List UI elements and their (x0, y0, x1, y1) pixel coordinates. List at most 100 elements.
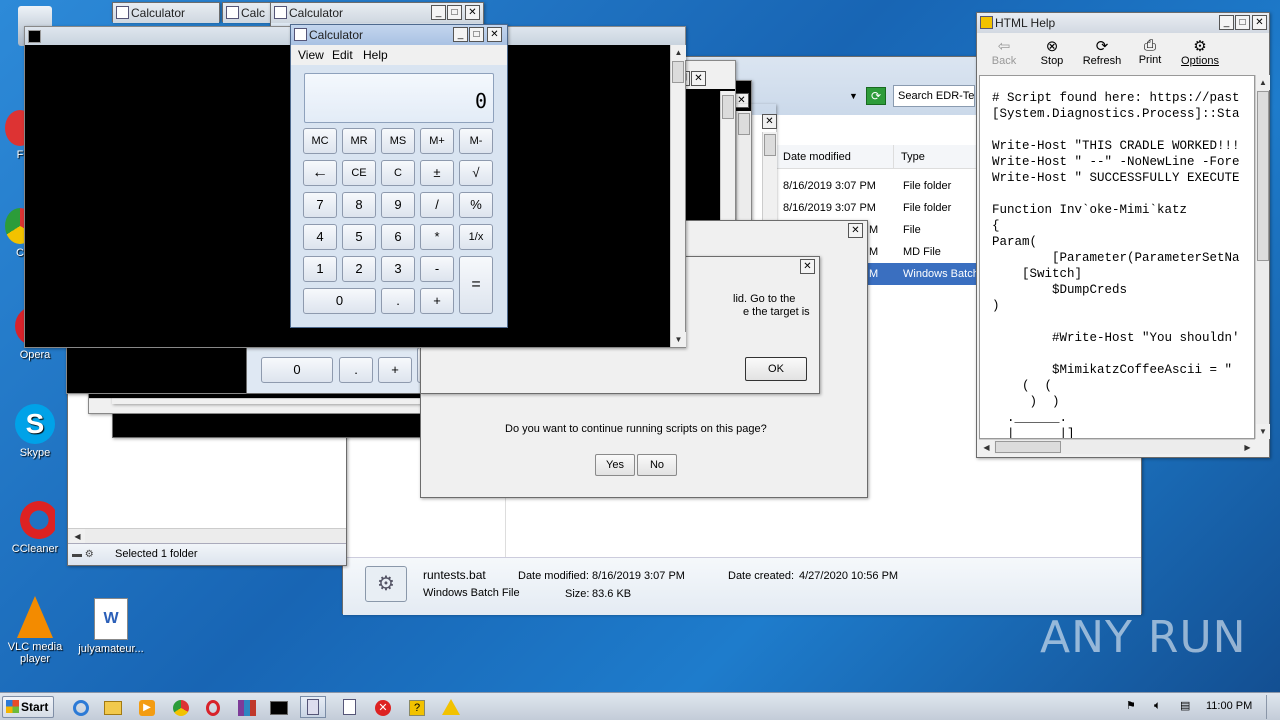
equals-button[interactable]: = (459, 256, 493, 314)
digit-0-button[interactable]: 0 (303, 288, 376, 314)
minimize-icon[interactable]: _ (431, 5, 446, 20)
digit-9-button[interactable]: 9 (381, 192, 415, 218)
options-button[interactable]: ⚙ Options (1179, 37, 1221, 67)
refresh-button[interactable]: ⟳ Refresh (1081, 37, 1123, 67)
m-minus-button[interactable]: M- (459, 128, 493, 154)
c-button[interactable]: C (381, 160, 415, 186)
digit-4-button[interactable]: 4 (303, 224, 337, 250)
calculator-window-tab-1[interactable]: Calculator (112, 2, 220, 23)
menu-edit[interactable]: Edit (332, 48, 353, 62)
multiply-button[interactable]: * (420, 224, 454, 250)
list-item[interactable]: 8/16/2019 3:07 PM File folder (775, 175, 981, 197)
search-input[interactable]: Search EDR-Tes (893, 85, 975, 107)
print-button[interactable]: ⎙ Print (1135, 37, 1165, 66)
stop-button[interactable]: ⊗ Stop (1035, 37, 1069, 67)
word-document-desktop-icon[interactable]: Wjulyamateur... (76, 598, 146, 655)
scroll-up-icon[interactable]: ▲ (1256, 75, 1270, 90)
clock[interactable]: 11:00 PM (1206, 700, 1252, 712)
close-icon[interactable]: ✕ (762, 114, 777, 129)
backspace-button[interactable]: ← (303, 160, 337, 186)
mc-button[interactable]: MC (303, 128, 337, 154)
error-taskbar-icon[interactable]: ✕ (370, 696, 396, 718)
minimize-icon[interactable]: _ (1219, 15, 1234, 30)
plus-minus-button[interactable]: ± (420, 160, 454, 186)
warning-taskbar-icon[interactable] (438, 696, 464, 718)
list-item[interactable]: 8/16/2019 3:07 PM File folder (775, 197, 981, 219)
skype-desktop-icon[interactable]: S Skype (0, 404, 70, 459)
start-button[interactable]: Start (2, 696, 54, 718)
scroll-thumb[interactable] (1257, 91, 1269, 261)
action-center-flag-icon[interactable]: ⚑ (1126, 699, 1140, 713)
minimize-icon[interactable]: _ (453, 27, 468, 42)
ie-taskbar-icon[interactable] (68, 696, 94, 718)
digit-1-button[interactable]: 1 (303, 256, 337, 282)
chevron-down-icon[interactable]: ▼ (849, 91, 858, 101)
close-icon[interactable]: ✕ (800, 259, 815, 274)
digit-2-button[interactable]: 2 (342, 256, 376, 282)
media-player-taskbar-icon[interactable]: ▶ (134, 696, 160, 718)
scroll-thumb[interactable] (764, 134, 776, 156)
no-button[interactable]: No (637, 454, 677, 476)
digit-7-button[interactable]: 7 (303, 192, 337, 218)
digit-6-button[interactable]: 6 (381, 224, 415, 250)
scroll-thumb[interactable] (995, 441, 1061, 453)
chrome-taskbar-icon[interactable] (168, 696, 194, 718)
scroll-thumb[interactable] (722, 95, 734, 119)
opera-taskbar-icon[interactable] (200, 696, 226, 718)
maximize-icon[interactable]: □ (1235, 15, 1250, 30)
digit-8-button[interactable]: 8 (342, 192, 376, 218)
explorer-taskbar-icon[interactable] (100, 696, 126, 718)
network-icon[interactable]: ▤ (1180, 699, 1194, 713)
volume-icon[interactable]: 🔈︎ (1154, 698, 1168, 712)
decimal-button[interactable]: . (381, 288, 415, 314)
help-taskbar-icon[interactable]: ? (404, 696, 430, 718)
scroll-down-icon[interactable]: ▼ (1256, 424, 1270, 439)
view-toggle-icon[interactable]: ▬ ⚙ (72, 549, 108, 561)
maximize-icon[interactable]: □ (469, 27, 484, 42)
reciprocal-button[interactable]: 1/x (459, 224, 493, 250)
close-icon[interactable]: ✕ (487, 27, 502, 42)
vertical-scrollbar[interactable]: ▲ ▼ (1255, 75, 1270, 439)
yes-button[interactable]: Yes (595, 454, 635, 476)
ok-button[interactable]: OK (745, 357, 807, 381)
calc-back-key-plus[interactable]: + (378, 357, 412, 383)
scroll-right-icon[interactable]: ▶ (1240, 440, 1255, 455)
maximize-icon[interactable]: □ (447, 5, 462, 20)
close-icon[interactable]: ✕ (691, 71, 706, 86)
column-date-modified[interactable]: Date modified (783, 151, 851, 163)
winrar-taskbar-icon[interactable] (234, 696, 260, 718)
add-button[interactable]: + (420, 288, 454, 314)
ce-button[interactable]: CE (342, 160, 376, 186)
menu-view[interactable]: View (298, 48, 324, 62)
close-icon[interactable]: ✕ (1252, 15, 1267, 30)
calc-back-key-decimal[interactable]: . (339, 357, 373, 383)
calculator-window-tab-2[interactable]: Calc (222, 2, 272, 23)
ccleaner-desktop-icon[interactable]: CCleaner (0, 500, 70, 555)
digit-3-button[interactable]: 3 (381, 256, 415, 282)
close-icon[interactable]: ✕ (848, 223, 863, 238)
horizontal-scrollbar[interactable]: ◀ ▶ (979, 439, 1255, 455)
column-type[interactable]: Type (901, 151, 925, 163)
refresh-icon[interactable]: ⟳ (866, 87, 886, 105)
sqrt-button[interactable]: √ (459, 160, 493, 186)
digit-5-button[interactable]: 5 (342, 224, 376, 250)
calc-back-key-0[interactable]: 0 (261, 357, 333, 383)
scroll-down-icon[interactable]: ▼ (671, 332, 686, 347)
vlc-desktop-icon[interactable]: VLC media player (0, 596, 70, 665)
scroll-left-icon[interactable]: ◀ (979, 440, 994, 455)
close-icon[interactable]: ✕ (465, 5, 480, 20)
menu-help[interactable]: Help (363, 48, 388, 62)
scroll-thumb[interactable] (672, 61, 684, 83)
back-button[interactable]: ⇦ Back (987, 37, 1021, 67)
percent-button[interactable]: % (459, 192, 493, 218)
mr-button[interactable]: MR (342, 128, 376, 154)
vertical-scrollbar[interactable] (762, 132, 777, 232)
divide-button[interactable]: / (420, 192, 454, 218)
calculator-taskbar-icon[interactable] (300, 696, 326, 718)
m-plus-button[interactable]: M+ (420, 128, 454, 154)
show-desktop-button[interactable] (1266, 695, 1278, 719)
subtract-button[interactable]: - (420, 256, 454, 282)
scroll-up-icon[interactable]: ▲ (671, 45, 686, 60)
console-taskbar-icon[interactable] (266, 696, 292, 718)
vertical-scrollbar[interactable]: ▲ ▼ (670, 45, 686, 347)
